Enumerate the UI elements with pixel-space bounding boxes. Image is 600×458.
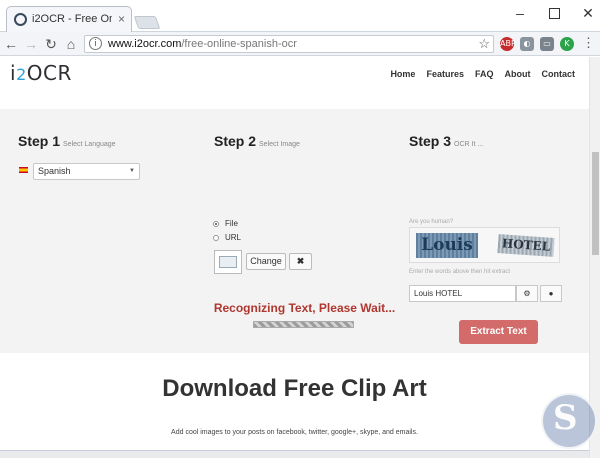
tab-title: i2OCR - Free Online Spa [32, 13, 112, 25]
site-header: i2OCR Home Features FAQ About Contact [0, 57, 589, 95]
image-thumbnail [214, 250, 242, 274]
ocr-steps-panel: Step 1 Select Language Spanish ▼ Step 2 Sel… [0, 109, 589, 353]
browser-toolbar: ← → ↻ ⌂ i www.i2ocr.com/free-online-span… [0, 32, 600, 56]
remove-image-button[interactable]: ✖ [289, 253, 312, 270]
watermark-icon: S [553, 398, 578, 438]
progress-fill [254, 322, 353, 327]
dropdown-arrow-icon: ▼ [129, 168, 135, 174]
green-extension-icon[interactable]: K [560, 37, 574, 51]
reload-icon[interactable]: ↻ [42, 35, 60, 53]
new-tab-button[interactable] [133, 16, 161, 29]
captcha-input[interactable]: Louis HOTEL [409, 285, 516, 302]
maximize-button[interactable] [540, 3, 568, 23]
step1-heading: Step 1 Select Language [18, 133, 116, 149]
refresh-captcha-icon[interactable]: ⚙ [516, 285, 538, 302]
user-icon[interactable]: ● [540, 285, 562, 302]
language-select[interactable]: Spanish ▼ [33, 163, 140, 180]
page-content: i2OCR Home Features FAQ About Contact St… [0, 57, 589, 458]
info-icon[interactable]: i [89, 37, 102, 50]
page-scrollbar[interactable] [589, 57, 600, 458]
nav-about[interactable]: About [505, 69, 531, 79]
menu-dots-icon[interactable]: ⋮ [582, 36, 595, 50]
captcha-instruction: Enter the words above then hit extract [409, 269, 511, 275]
address-bar[interactable]: i www.i2ocr.com/free-online-spanish-ocr … [84, 35, 494, 53]
adblock-extension-icon[interactable]: ABP [500, 37, 516, 51]
favicon-icon [14, 13, 27, 26]
captcha-prompt: Are you human? [409, 219, 454, 225]
step3-heading: Step 3 OCR It ... [409, 133, 484, 149]
back-arrow-icon[interactable]: ← [2, 35, 20, 53]
bookmark-star-icon[interactable]: ☆ [478, 36, 490, 52]
forward-arrow-icon[interactable]: → [22, 35, 40, 53]
change-image-button[interactable]: Change [246, 253, 286, 270]
step2-heading: Step 2 Select Image [214, 133, 300, 149]
cast-extension-icon[interactable]: ▭ [540, 37, 554, 51]
progress-bar [253, 321, 354, 328]
spain-flag-icon [19, 167, 28, 173]
file-radio[interactable] [213, 221, 219, 227]
browser-tab[interactable]: i2OCR - Free Online Spa × [6, 6, 132, 32]
url-text[interactable]: www.i2ocr.com/free-online-spanish-ocr [108, 38, 297, 50]
footer-strip [0, 450, 589, 458]
captcha-word-1: Louis [416, 233, 478, 258]
promo-subtitle: Add cool images to your posts on faceboo… [171, 429, 418, 436]
site-logo[interactable]: i2OCR [10, 61, 72, 85]
file-radio-label: File [225, 219, 238, 228]
url-radio[interactable] [213, 235, 219, 241]
nav-home[interactable]: Home [390, 69, 415, 79]
nav-faq[interactable]: FAQ [475, 69, 494, 79]
nav-features[interactable]: Features [426, 69, 464, 79]
home-icon[interactable]: ⌂ [62, 35, 80, 53]
tab-close-icon[interactable]: × [118, 12, 125, 26]
url-radio-label: URL [225, 233, 242, 242]
captcha-image: Louis HOTEL [409, 227, 560, 263]
top-nav: Home Features FAQ About Contact [390, 69, 575, 79]
extension-icon[interactable]: ◐ [520, 37, 534, 51]
minimize-button[interactable]: – [506, 3, 534, 23]
close-window-button[interactable]: ✕ [574, 3, 600, 23]
extract-text-button[interactable]: Extract Text [459, 320, 538, 344]
nav-contact[interactable]: Contact [542, 69, 576, 79]
scroll-thumb[interactable] [592, 152, 599, 255]
status-text: Recognizing Text, Please Wait... [213, 301, 396, 315]
captcha-word-2: HOTEL [497, 234, 555, 257]
promo-title[interactable]: Download Free Clip Art [0, 375, 589, 403]
title-bar: i2OCR - Free Online Spa × – ✕ [0, 0, 600, 32]
